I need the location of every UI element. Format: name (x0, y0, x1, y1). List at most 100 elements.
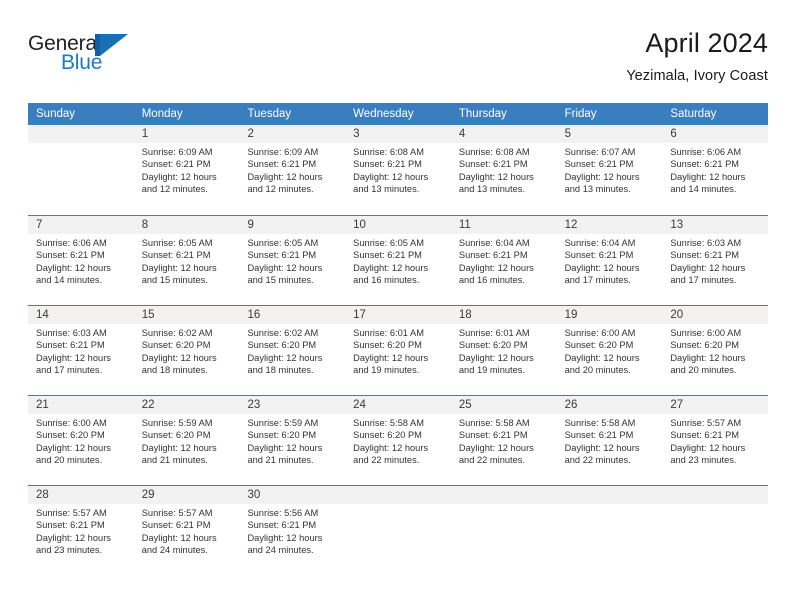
day-sun-info: Sunrise: 6:08 AM Sunset: 6:21 PM Daylight:… (353, 146, 447, 196)
day-cells: 28 Sunrise: 5:57 AM Sunset: 6:21 PM Dayligh… (28, 486, 768, 576)
day-cell[interactable]: 15 Sunrise: 6:02 AM Sunset: 6:20 PM Dayligh… (134, 306, 240, 396)
day-sun-info: Sunrise: 6:01 AM Sunset: 6:20 PM Daylight:… (353, 327, 447, 377)
daylight-text-line2: and 22 minutes. (353, 455, 420, 466)
day-cell[interactable]: 8 Sunrise: 6:05 AM Sunset: 6:21 PM Daylight… (134, 216, 240, 306)
day-cell[interactable]: 20 Sunrise: 6:00 AM Sunset: 6:20 PM Dayligh… (662, 306, 768, 396)
daylight-text-line1: Daylight: 12 hours (564, 262, 640, 273)
sunrise-text: Sunrise: 6:05 AM (247, 238, 319, 248)
daylight-text-line2: and 16 minutes. (353, 275, 420, 286)
day-cell[interactable]: 24 Sunrise: 5:58 AM Sunset: 6:20 PM Dayligh… (345, 396, 451, 486)
day-cell[interactable]: 26 Sunrise: 5:58 AM Sunset: 6:21 PM Dayligh… (557, 396, 663, 486)
day-sun-info: Sunrise: 6:03 AM Sunset: 6:21 PM Daylight:… (36, 327, 130, 377)
day-sun-info: Sunrise: 5:58 AM Sunset: 6:21 PM Daylight:… (459, 417, 553, 467)
day-sun-info: Sunrise: 6:06 AM Sunset: 6:21 PM Daylight:… (670, 146, 764, 196)
sunset-text: Sunset: 6:20 PM (353, 430, 422, 441)
week-row: 1 Sunrise: 6:09 AM Sunset: 6:21 PM Daylight… (28, 125, 768, 215)
day-cell[interactable]: 2 Sunrise: 6:09 AM Sunset: 6:21 PM Daylight… (239, 125, 345, 215)
day-cell[interactable]: 9 Sunrise: 6:05 AM Sunset: 6:21 PM Daylight… (239, 216, 345, 306)
day-cell[interactable]: 28 Sunrise: 5:57 AM Sunset: 6:21 PM Dayligh… (28, 486, 134, 576)
daylight-text-line2: and 13 minutes. (353, 184, 420, 195)
day-number: 30 (247, 489, 261, 501)
sunset-text: Sunset: 6:21 PM (564, 159, 634, 170)
daylight-text-line2: and 13 minutes. (458, 184, 526, 195)
day-number: 8 (141, 219, 149, 231)
daylight-text-line2: and 17 minutes. (670, 275, 737, 286)
day-cell[interactable]: 12 Sunrise: 6:04 AM Sunset: 6:21 PM Dayligh… (557, 216, 663, 306)
day-cell[interactable]: 25 Sunrise: 5:58 AM Sunset: 6:21 PM Dayligh… (451, 396, 557, 486)
day-number: 22 (141, 399, 155, 411)
day-cell[interactable]: 19 Sunrise: 6:00 AM Sunset: 6:20 PM Dayligh… (557, 306, 663, 396)
day-cell[interactable]: 14 Sunrise: 6:03 AM Sunset: 6:21 PM Dayligh… (28, 306, 134, 396)
daylight-text-line2: and 23 minutes. (670, 455, 737, 466)
sunrise-text: Sunrise: 6:05 AM (353, 238, 424, 248)
day-cell[interactable]: 5 Sunrise: 6:07 AM Sunset: 6:21 PM Daylight… (557, 125, 663, 215)
daylight-text-line2: and 23 minutes. (36, 545, 103, 556)
sunrise-text: Sunrise: 6:09 AM (141, 147, 213, 157)
sunset-text: Sunset: 6:21 PM (36, 250, 105, 261)
day-cell[interactable]: 1 Sunrise: 6:09 AM Sunset: 6:21 PM Daylight… (134, 125, 240, 215)
general-blue-logo[interactable]: General Blue (28, 32, 148, 88)
sunset-text: Sunset: 6:20 PM (564, 340, 634, 351)
daylight-text-line2: and 22 minutes. (458, 455, 526, 466)
day-sun-info: Sunrise: 5:59 AM Sunset: 6:20 PM Daylight:… (142, 417, 236, 467)
day-number: 17 (353, 309, 366, 321)
day-cell-empty (451, 486, 557, 576)
day-cell[interactable]: 22 Sunrise: 5:59 AM Sunset: 6:20 PM Dayligh… (134, 396, 240, 486)
day-number (36, 125, 130, 143)
day-cell[interactable]: 4 Sunrise: 6:08 AM Sunset: 6:21 PM Daylight… (451, 125, 557, 215)
day-cell[interactable]: 10 Sunrise: 6:05 AM Sunset: 6:21 PM Dayligh… (345, 216, 451, 306)
week-row: 14 Sunrise: 6:03 AM Sunset: 6:21 PM Dayligh… (28, 305, 768, 395)
day-cell[interactable]: 27 Sunrise: 5:57 AM Sunset: 6:21 PM Dayligh… (662, 396, 768, 486)
day-cell[interactable]: 17 Sunrise: 6:01 AM Sunset: 6:20 PM Dayligh… (345, 306, 451, 396)
weekday-header-wednesday: Wednesday (353, 108, 414, 120)
daylight-text-line2: and 15 minutes. (247, 275, 314, 286)
sunrise-text: Sunrise: 6:09 AM (247, 147, 319, 157)
sunset-text: Sunset: 6:21 PM (247, 520, 317, 531)
day-cell[interactable]: 23 Sunrise: 5:59 AM Sunset: 6:20 PM Dayligh… (239, 396, 345, 486)
day-sun-info: Sunrise: 6:09 AM Sunset: 6:21 PM Daylight:… (142, 146, 236, 196)
day-number: 16 (247, 309, 261, 321)
sunset-text: Sunset: 6:21 PM (141, 520, 211, 531)
daylight-text-line1: Daylight: 12 hours (670, 352, 746, 363)
day-number: 26 (564, 399, 578, 411)
sunset-text: Sunset: 6:21 PM (247, 159, 317, 170)
day-cell[interactable]: 13 Sunrise: 6:03 AM Sunset: 6:21 PM Dayligh… (662, 216, 768, 306)
sunset-text: Sunset: 6:21 PM (564, 430, 634, 441)
day-number: 11 (458, 219, 471, 231)
day-number: 21 (36, 399, 49, 411)
day-cell[interactable]: 11 Sunrise: 6:04 AM Sunset: 6:21 PM Dayligh… (451, 216, 557, 306)
daylight-text-line1: Daylight: 12 hours (247, 262, 323, 273)
daylight-text-line1: Daylight: 12 hours (353, 352, 429, 363)
day-cell[interactable]: 18 Sunrise: 6:01 AM Sunset: 6:20 PM Dayligh… (451, 306, 557, 396)
sunset-text: Sunset: 6:20 PM (353, 340, 422, 351)
day-cell[interactable]: 21 Sunrise: 6:00 AM Sunset: 6:20 PM Dayligh… (28, 396, 134, 486)
day-sun-info: Sunrise: 5:57 AM Sunset: 6:21 PM Daylight:… (670, 417, 764, 467)
daylight-text-line1: Daylight: 12 hours (670, 262, 746, 273)
daylight-text-line1: Daylight: 12 hours (353, 171, 429, 182)
day-cell[interactable]: 29 Sunrise: 5:57 AM Sunset: 6:21 PM Dayligh… (134, 486, 240, 576)
sunset-text: Sunset: 6:20 PM (36, 430, 105, 441)
day-cell[interactable]: 30 Sunrise: 5:56 AM Sunset: 6:21 PM Dayligh… (239, 486, 345, 576)
day-number: 27 (670, 399, 684, 411)
day-number: 10 (353, 219, 366, 231)
sunrise-text: Sunrise: 6:00 AM (564, 328, 636, 338)
sunset-text: Sunset: 6:20 PM (247, 430, 317, 441)
day-cell[interactable]: 6 Sunrise: 6:06 AM Sunset: 6:21 PM Daylight… (662, 125, 768, 215)
sunset-text: Sunset: 6:21 PM (564, 250, 634, 261)
day-sun-info: Sunrise: 6:07 AM Sunset: 6:21 PM Daylight:… (565, 146, 659, 196)
daylight-text-line2: and 15 minutes. (141, 275, 208, 286)
daylight-text-line2: and 21 minutes. (247, 455, 314, 466)
day-cell[interactable]: 16 Sunrise: 6:02 AM Sunset: 6:20 PM Dayligh… (239, 306, 345, 396)
day-cell[interactable]: 3 Sunrise: 6:08 AM Sunset: 6:21 PM Daylight… (345, 125, 451, 215)
day-number: 28 (36, 489, 49, 501)
day-sun-info: Sunrise: 6:00 AM Sunset: 6:20 PM Daylight:… (565, 327, 659, 377)
day-sun-info: Sunrise: 6:04 AM Sunset: 6:21 PM Daylight:… (459, 237, 553, 287)
day-cell-empty (345, 486, 451, 576)
sunrise-text: Sunrise: 5:57 AM (36, 508, 107, 518)
daylight-text-line2: and 18 minutes. (247, 365, 314, 376)
daylight-text-line1: Daylight: 12 hours (564, 442, 640, 453)
day-cell[interactable]: 7 Sunrise: 6:06 AM Sunset: 6:21 PM Daylight… (28, 216, 134, 306)
day-sun-info: Sunrise: 5:58 AM Sunset: 6:20 PM Daylight:… (353, 417, 447, 467)
sunrise-text: Sunrise: 6:04 AM (458, 238, 530, 248)
day-number: 19 (564, 309, 578, 321)
